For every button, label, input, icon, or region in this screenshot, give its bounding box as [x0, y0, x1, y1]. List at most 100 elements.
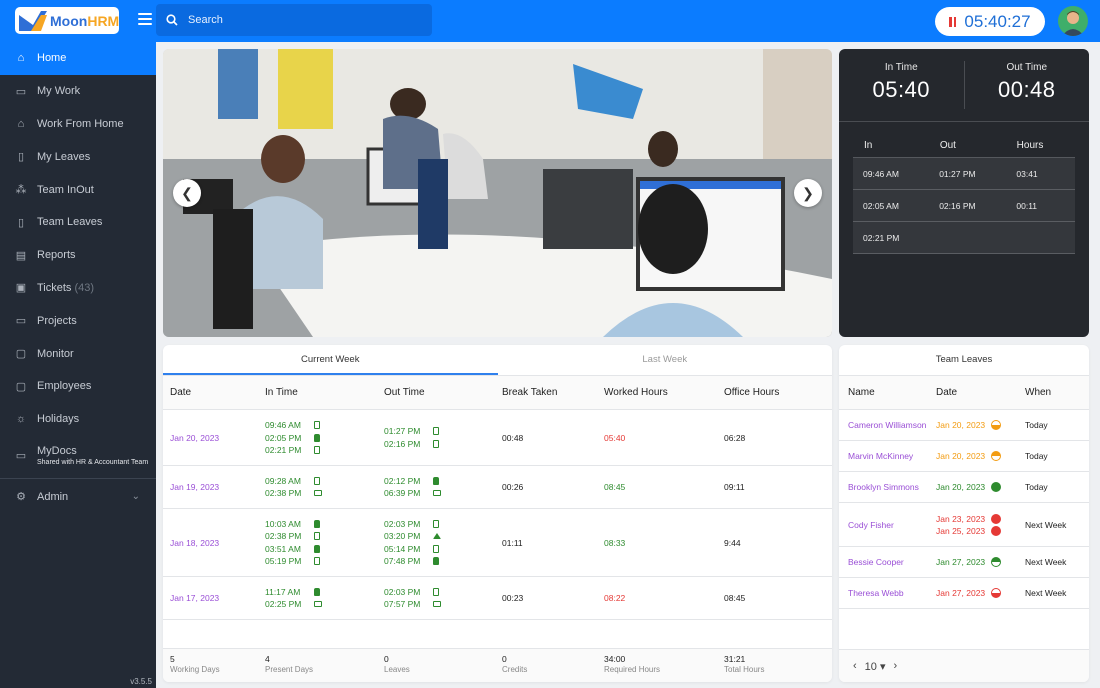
sidebar-item-home[interactable]: ⌂ Home [0, 42, 156, 75]
table-row: Bessie Cooper Jan 27, 2023 Next Week [839, 547, 1089, 578]
employee-name[interactable]: Marvin McKinney [839, 451, 936, 461]
pagination: ‹ 10 ▾ › [839, 649, 1089, 682]
page-size-select[interactable]: 10 ▾ [865, 660, 886, 673]
chevron-down-icon[interactable]: ⌄ [132, 491, 140, 502]
carousel-prev-button[interactable]: ❮ [173, 179, 201, 207]
attendance-week-panel: Current Week Last Week Date In Time Out … [163, 345, 832, 682]
next-page-button[interactable]: › [894, 660, 898, 672]
ticket-icon: ▣ [15, 282, 27, 295]
summary-working-days: 5 Working Days [170, 654, 220, 674]
break-taken: 01:11 [502, 537, 523, 548]
attendance-date[interactable]: Jan 20, 2023 [163, 433, 265, 443]
table-row: Cameron Williamson Jan 20, 2023 Today [839, 410, 1089, 441]
summary-leaves: 0 Leaves [384, 654, 410, 674]
sidebar-item-my-leaves[interactable]: ▯ My Leaves [0, 140, 156, 173]
chevron-left-icon: ❮ [181, 184, 193, 201]
logo-mark-icon [19, 10, 47, 31]
employee-name[interactable]: Cameron Williamson [839, 420, 936, 430]
sidebar-item-team-inout[interactable]: ⁂ Team InOut [0, 173, 156, 206]
attendance-date[interactable]: Jan 18, 2023 [163, 538, 265, 548]
door-icon [314, 532, 320, 541]
leave-date: Jan 23, 2023 [936, 513, 1025, 525]
work-timer-button[interactable]: 05:40:27 [935, 7, 1045, 36]
sidebar-item-employees[interactable]: ▢ Employees [0, 370, 156, 403]
employee-name[interactable]: Bessie Cooper [839, 557, 936, 567]
half-day-leave-icon [991, 557, 1002, 567]
punch-time: 11:17 AM [265, 586, 384, 599]
exit-door-icon: ▯ [17, 151, 25, 164]
employee-name[interactable]: Brooklyn Simmons [839, 482, 936, 492]
table-row: Jan 17, 2023 11:17 AM 02:25 PM 02:03 PM 07:5… [163, 577, 832, 620]
out-time-value: 00:48 [997, 77, 1056, 102]
sidebar-item-reports[interactable]: ▤ Reports [0, 239, 156, 272]
door-icon [314, 557, 320, 566]
moonhrm-logo[interactable]: MoonHRM [15, 7, 119, 34]
punch-time: 07:48 PM [384, 555, 502, 568]
employee-name[interactable]: Cody Fisher [839, 520, 936, 530]
worked-hours: 08:45 [604, 482, 626, 492]
biometric-hand-icon [314, 587, 320, 596]
sidebar-item-projects[interactable]: ▭ Projects [0, 304, 156, 337]
search-bar[interactable] [156, 4, 432, 36]
worked-hours: 05:40 [604, 432, 626, 443]
biometric-hand-icon [314, 544, 320, 553]
folder-icon: ▭ [15, 315, 27, 328]
office-photo [163, 49, 832, 337]
inout-table: 09:46 AM 01:27 PM 03:41 02:05 AM 02:16 PM 00… [853, 157, 1075, 254]
table-row: Brooklyn Simmons Jan 20, 2023 Today [839, 472, 1089, 503]
full-day-leave-icon [991, 525, 1002, 536]
sidebar-item-work-from-home[interactable]: ⌂ Work From Home [0, 108, 156, 141]
office-hours: 06:28 [724, 432, 746, 443]
computer-icon [433, 601, 441, 608]
document-icon: ▤ [15, 249, 27, 262]
door-icon [433, 439, 439, 448]
attendance-date[interactable]: Jan 17, 2023 [163, 593, 265, 603]
punch-time: 02:21 PM [265, 444, 384, 457]
sidebar-item-tickets[interactable]: ▣ Tickets (43) [0, 272, 156, 305]
leave-when: Next Week [1025, 557, 1067, 567]
biometric-hand-icon [433, 476, 439, 485]
punch-time: 06:39 PM [384, 487, 502, 500]
punch-time: 02:25 PM [265, 598, 384, 611]
full-day-leave-icon [991, 482, 1002, 492]
employee-name[interactable]: Theresa Webb [839, 588, 936, 598]
leave-when: Next Week [1025, 588, 1067, 598]
half-day-leave-icon [991, 420, 1002, 430]
punch-time: 02:16 PM [384, 438, 502, 451]
pause-icon[interactable] [949, 16, 957, 27]
leave-date: Jan 20, 2023 [936, 481, 1025, 493]
punch-time: 02:38 PM [265, 530, 384, 543]
break-taken: 00:48 [502, 432, 524, 443]
hamburger-icon[interactable] [138, 13, 152, 25]
inout-table-header: In Out Hours [864, 140, 1044, 151]
summary-present-days: 4 Present Days [265, 654, 314, 674]
sidebar-item-monitor[interactable]: ▢ Monitor [0, 337, 156, 370]
team-leaves-title: Team Leaves [839, 345, 1089, 376]
carousel-next-button[interactable]: ❯ [794, 179, 822, 207]
punch-time: 02:38 PM [265, 487, 384, 500]
table-row: Marvin McKinney Jan 20, 2023 Today [839, 441, 1089, 472]
search-input[interactable] [188, 14, 418, 26]
punch-time: 02:05 PM [265, 431, 384, 444]
tab-last-week[interactable]: Last Week [498, 345, 833, 375]
prev-page-button[interactable]: ‹ [853, 660, 857, 672]
sidebar-item-mydocs[interactable]: ▭ MyDocs Shared with HR & Accountant Team [0, 436, 156, 476]
user-avatar[interactable] [1058, 6, 1088, 36]
tab-current-week[interactable]: Current Week [163, 345, 498, 375]
out-time-summary: Out Time 00:48 [965, 49, 1090, 121]
sidebar-item-team-leaves[interactable]: ▯ Team Leaves [0, 206, 156, 239]
leave-when: Next Week [1025, 519, 1067, 530]
half-day-leave-icon [991, 588, 1002, 598]
sidebar-item-holidays[interactable]: ☼ Holidays [0, 403, 156, 436]
attendance-table-header: Date In Time Out Time Break Taken Worked… [163, 376, 832, 410]
attendance-date[interactable]: Jan 19, 2023 [163, 482, 265, 492]
sidebar-item-my-work[interactable]: ▭ My Work [0, 75, 156, 108]
tickets-count: (43) [74, 281, 94, 294]
summary-required-hours: 34:00 Required Hours [604, 654, 661, 674]
leave-date: Jan 27, 2023 [936, 556, 1025, 568]
sidebar-item-admin[interactable]: ⚙ Admin ⌄ [0, 481, 156, 514]
network-icon [433, 533, 441, 540]
biometric-hand-icon [314, 433, 320, 442]
biometric-hand-icon [433, 557, 439, 566]
in-time-value: 05:40 [872, 77, 931, 102]
